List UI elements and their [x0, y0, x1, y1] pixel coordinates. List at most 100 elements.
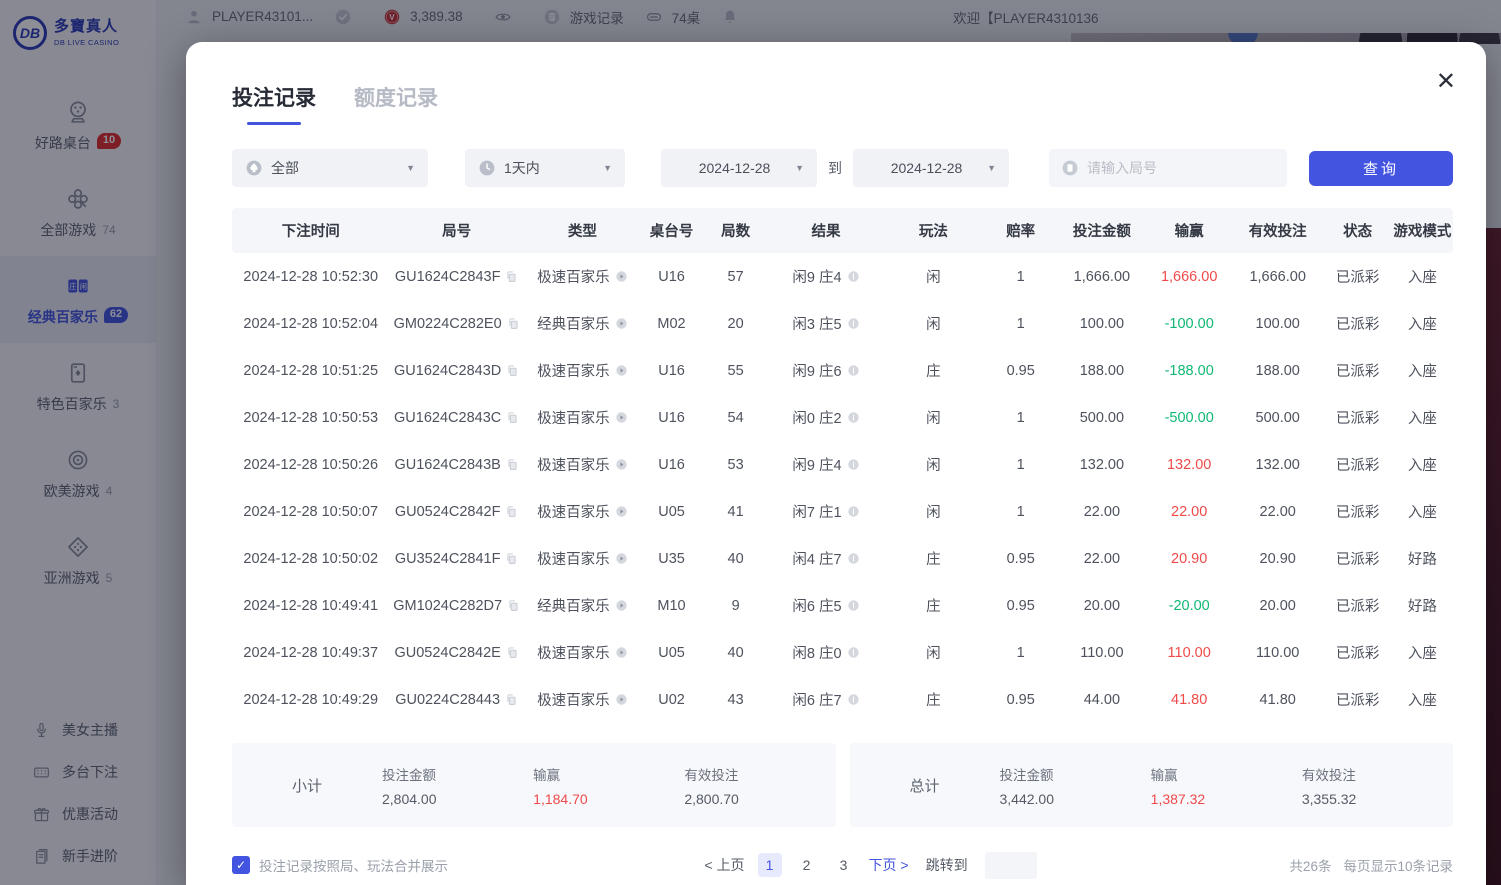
prev-page-button[interactable]: < 上页 — [704, 855, 744, 875]
cell-result: 闲9 庄4 — [769, 266, 883, 287]
tab-bet-records[interactable]: 投注记录 — [232, 82, 316, 125]
play-icon[interactable] — [615, 458, 628, 471]
info-icon[interactable] — [847, 411, 860, 424]
cell-round-count-text: 57 — [728, 269, 744, 285]
time-range-select[interactable]: 1天内 ▼ — [465, 149, 625, 187]
info-icon[interactable] — [847, 317, 860, 330]
cell-odds-text: 1 — [1017, 410, 1025, 426]
cell-odds: 0.95 — [984, 363, 1057, 379]
cell-status: 已派彩 — [1323, 360, 1391, 381]
cell-winloss-text: 1,666.00 — [1161, 269, 1217, 285]
subtotal-winloss: 输赢 1,184.70 — [533, 764, 684, 807]
cell-play-text: 闲 — [926, 454, 941, 475]
jump-to-input[interactable] — [985, 852, 1037, 879]
cell-table: U16 — [641, 269, 702, 285]
info-icon[interactable] — [847, 646, 860, 659]
cell-time-text: 2024-12-28 10:50:07 — [243, 504, 378, 520]
date-from-picker[interactable]: 2024-12-28 ▼ — [661, 149, 817, 187]
cell-round-id: GU1624C2843B — [390, 457, 524, 473]
cell-game-type-text: 极速百家乐 — [537, 360, 610, 381]
merge-checkbox[interactable]: ✓ — [232, 856, 250, 874]
info-icon[interactable] — [847, 364, 860, 377]
round-search-input[interactable] — [1087, 160, 1275, 176]
cell-valid: 20.00 — [1232, 598, 1324, 614]
info-icon[interactable] — [847, 505, 860, 518]
play-icon[interactable] — [615, 411, 628, 424]
cell-status-text: 已派彩 — [1336, 595, 1380, 616]
cell-odds: 1 — [984, 316, 1057, 332]
bet-record-modal: ✕ 投注记录 额度记录 全部 ▼ 1天内 ▼ 2024-12-28 ▼ 到 20… — [186, 42, 1486, 885]
tab-quota-records[interactable]: 额度记录 — [354, 82, 438, 125]
copy-icon[interactable] — [506, 411, 519, 424]
date-to-picker[interactable]: 2024-12-28 ▼ — [853, 149, 1009, 187]
cell-game-type-text: 经典百家乐 — [537, 595, 610, 616]
jump-to-label: 跳转到 — [926, 855, 968, 875]
cell-result-text: 闲0 庄2 — [792, 407, 841, 428]
play-icon[interactable] — [615, 552, 628, 565]
copy-icon[interactable] — [505, 693, 518, 706]
cell-game-type-text: 极速百家乐 — [537, 501, 610, 522]
cell-bet: 188.00 — [1057, 363, 1146, 379]
cell-game-type-text: 极速百家乐 — [537, 689, 610, 710]
game-type-select[interactable]: 全部 ▼ — [232, 149, 428, 187]
table-row: 2024-12-28 10:49:37GU0524C2842E极速百家乐U054… — [232, 629, 1453, 676]
cell-result-text: 闲9 庄4 — [792, 454, 841, 475]
round-search-box — [1049, 149, 1287, 187]
column-header: 结果 — [769, 220, 883, 241]
subtotal-valid: 有效投注 2,800.70 — [684, 764, 835, 807]
cell-bet: 500.00 — [1057, 410, 1146, 426]
copy-icon[interactable] — [505, 505, 518, 518]
total-block: 总计 投注金额 3,442.00 输赢 1,387.32 有效投注 3,355.… — [850, 743, 1454, 827]
play-icon[interactable] — [615, 646, 628, 659]
cell-winloss: -100.00 — [1146, 316, 1231, 332]
page-button-1[interactable]: 1 — [758, 853, 782, 877]
info-icon[interactable] — [847, 458, 860, 471]
cell-game-type: 极速百家乐 — [524, 548, 641, 569]
cell-mode: 好路 — [1392, 595, 1453, 616]
cell-status-text: 已派彩 — [1336, 501, 1380, 522]
play-icon[interactable] — [615, 270, 628, 283]
cell-result: 闲4 庄7 — [769, 548, 883, 569]
cell-play: 闲 — [883, 266, 984, 287]
cell-round-count: 55 — [702, 363, 769, 379]
play-icon[interactable] — [615, 599, 628, 612]
info-icon[interactable] — [847, 270, 860, 283]
bet-table: 下注时间局号类型桌台号局数结果玩法赔率投注金额输赢有效投注状态游戏模式 2024… — [232, 208, 1453, 723]
cell-game-type-text: 极速百家乐 — [537, 266, 610, 287]
column-header: 赔率 — [984, 220, 1057, 241]
page-button-3[interactable]: 3 — [832, 853, 856, 877]
copy-icon[interactable] — [505, 552, 518, 565]
copy-icon[interactable] — [507, 317, 520, 330]
cell-valid: 500.00 — [1232, 410, 1324, 426]
query-button[interactable]: 查询 — [1309, 151, 1453, 186]
table-header-row: 下注时间局号类型桌台号局数结果玩法赔率投注金额输赢有效投注状态游戏模式 — [232, 208, 1453, 253]
cell-winloss: 110.00 — [1146, 645, 1231, 661]
cell-odds: 0.95 — [984, 551, 1057, 567]
chevron-down-icon: ▼ — [406, 163, 415, 173]
cell-time: 2024-12-28 10:52:04 — [232, 316, 390, 332]
play-icon[interactable] — [615, 317, 628, 330]
cell-valid: 132.00 — [1232, 457, 1324, 473]
copy-icon[interactable] — [506, 646, 519, 659]
play-icon[interactable] — [615, 693, 628, 706]
play-icon[interactable] — [615, 505, 628, 518]
modal-footer: ✓ 投注记录按照局、玩法合并展示 < 上页 123 下页 > 跳转到 共26条 … — [232, 851, 1453, 879]
date-from-value: 2024-12-28 — [674, 160, 795, 176]
cell-mode: 入座 — [1392, 407, 1453, 428]
page-button-2[interactable]: 2 — [795, 853, 819, 877]
next-page-button[interactable]: 下页 > — [869, 855, 909, 875]
play-icon[interactable] — [615, 364, 628, 377]
copy-icon[interactable] — [505, 270, 518, 283]
copy-icon[interactable] — [506, 458, 519, 471]
close-icon[interactable]: ✕ — [1436, 70, 1456, 94]
cell-bet-text: 44.00 — [1084, 692, 1120, 708]
total-valid-label: 有效投注 — [1302, 764, 1453, 784]
copy-icon[interactable] — [506, 364, 519, 377]
cell-time: 2024-12-28 10:50:26 — [232, 457, 390, 473]
copy-icon[interactable] — [507, 599, 520, 612]
info-icon[interactable] — [847, 599, 860, 612]
cell-round-count: 20 — [702, 316, 769, 332]
info-icon[interactable] — [847, 552, 860, 565]
info-icon[interactable] — [847, 693, 860, 706]
cell-play-text: 闲 — [926, 266, 941, 287]
